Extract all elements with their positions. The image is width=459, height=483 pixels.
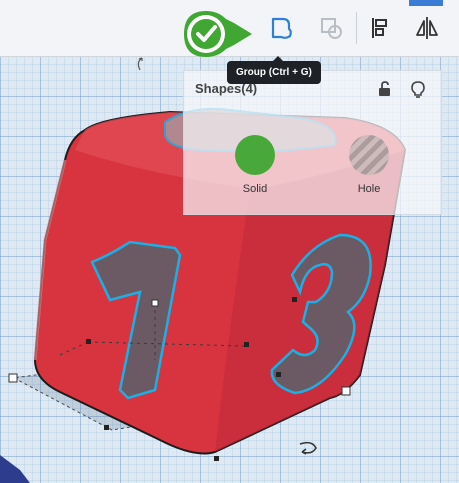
lightbulb-icon[interactable] (409, 80, 427, 98)
mirror-button[interactable] (409, 10, 445, 46)
hole-swatch[interactable] (349, 135, 389, 175)
toolbar-separator (356, 12, 357, 44)
group-shapes-icon (271, 17, 292, 39)
group-tooltip: Group (Ctrl + G) (227, 56, 321, 84)
solid-option[interactable]: Solid (220, 135, 290, 195)
ungroup-shapes-icon (321, 18, 342, 39)
edge-handle[interactable] (244, 342, 249, 347)
mirror-icon (416, 17, 438, 39)
edge-handle[interactable] (104, 425, 109, 430)
center-handle[interactable] (151, 299, 159, 307)
align-button[interactable] (362, 10, 398, 46)
group-button[interactable] (263, 10, 299, 46)
partial-shape-bottom-left[interactable] (0, 455, 30, 483)
lock-icon[interactable] (376, 80, 394, 98)
hole-label: Hole (357, 183, 381, 195)
corner-handle[interactable] (341, 386, 351, 396)
accent-strip (409, 0, 443, 6)
rotate-handle-icon[interactable] (299, 441, 317, 455)
solid-swatch[interactable] (235, 135, 275, 175)
solid-label: Solid (242, 183, 268, 195)
rotate-handle-icon[interactable] (137, 57, 143, 71)
align-icon (372, 18, 387, 38)
check-icon (184, 11, 252, 57)
edge-handle[interactable] (276, 372, 281, 377)
hole-option[interactable]: Hole (334, 135, 404, 195)
ungroup-button[interactable] (313, 10, 349, 46)
corner-handle[interactable] (8, 373, 18, 383)
edge-handle[interactable] (86, 339, 91, 344)
shapes-inspector-panel: Shapes(4) Solid Hole (183, 70, 442, 215)
edge-handle[interactable] (292, 297, 297, 302)
edge-handle[interactable] (214, 456, 219, 461)
